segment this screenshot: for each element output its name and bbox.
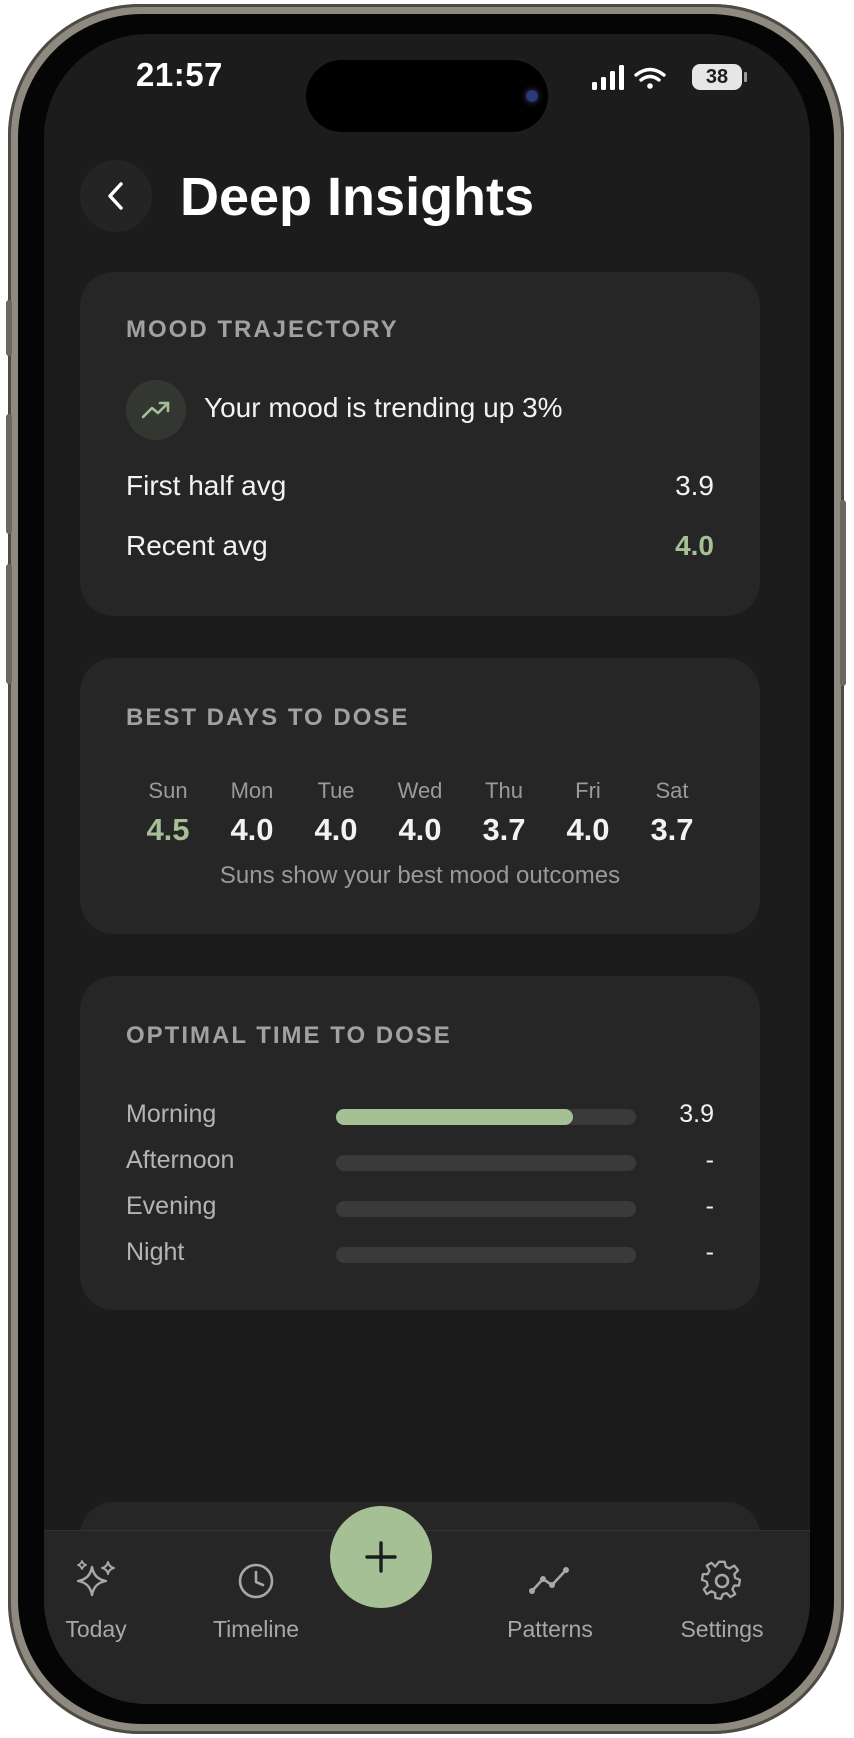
time-bar-track [336, 1247, 636, 1263]
tab-label: Today [65, 1616, 127, 1642]
app-screen: 21:57 38 Deep Insights MOOD TRAJECTORY Y… [44, 34, 810, 1704]
trend-text: Your mood is trending up 3% [204, 392, 563, 423]
day-name: Thu [485, 778, 523, 803]
day-name: Mon [230, 778, 274, 803]
time-label: Morning [126, 1100, 217, 1128]
time-row-afternoon: Afternoon - [126, 1146, 714, 1180]
days-row: Sun 4.5 Mon 4.0 Tue 4.0 Wed 4.0 Thu 3.7 Fri 4.… [126, 778, 714, 848]
time-bar-track [336, 1201, 636, 1217]
time-row-night: Night - [126, 1238, 714, 1272]
day-value: 4.5 [146, 812, 190, 847]
day-name: Fri [575, 778, 601, 803]
tab-settings[interactable]: Settings [662, 1559, 782, 1643]
day-value: 3.7 [650, 812, 694, 847]
day-name: Sat [655, 778, 689, 803]
patterns-chart-icon [529, 1567, 569, 1594]
time-bar-fill [336, 1109, 573, 1125]
day-sat: Sat 3.7 [630, 778, 714, 848]
back-button[interactable] [80, 160, 152, 232]
tab-label: Timeline [212, 1616, 300, 1642]
day-wed: Wed 4.0 [378, 778, 462, 848]
trending-up-icon [141, 401, 170, 419]
day-name: Wed [397, 778, 443, 803]
tab-label: Patterns [507, 1616, 593, 1642]
mood-trajectory-card: MOOD TRAJECTORY Your mood is trending up… [80, 272, 760, 616]
trend-icon-badge [126, 380, 186, 440]
recent-avg-label: Recent avg [126, 530, 268, 561]
plus-icon [365, 1541, 397, 1573]
page-title: Deep Insights [180, 167, 535, 227]
time-row-evening: Evening - [126, 1192, 714, 1226]
signal-icon [592, 65, 624, 90]
time-value: - [705, 1238, 714, 1266]
time-label: Evening [126, 1192, 217, 1220]
optimal-time-card: OPTIMAL TIME TO DOSE Morning 3.9 Afterno… [80, 976, 760, 1310]
camera-lens [520, 84, 544, 108]
time-row-morning: Morning 3.9 [126, 1100, 714, 1134]
day-value: 4.0 [566, 812, 610, 847]
time-bar-track [336, 1155, 636, 1171]
time-value: 3.9 [679, 1100, 714, 1128]
chevron-left-icon [108, 182, 123, 210]
tab-today[interactable]: Today [44, 1559, 156, 1643]
status-time: 21:57 [136, 56, 223, 93]
time-value: - [705, 1146, 714, 1174]
time-label: Afternoon [126, 1146, 235, 1174]
time-bar-track [336, 1109, 636, 1125]
card-heading: OPTIMAL TIME TO DOSE [126, 1022, 452, 1049]
tab-timeline[interactable]: Timeline [196, 1559, 316, 1643]
action-button [6, 300, 12, 356]
tab-patterns[interactable]: Patterns [490, 1559, 610, 1643]
day-sun: Sun 4.5 [126, 778, 210, 848]
day-name: Tue [317, 778, 355, 803]
day-name: Sun [148, 778, 188, 803]
volume-up-button [6, 414, 12, 534]
power-button [840, 500, 846, 686]
best-days-card: BEST DAYS TO DOSE Sun 4.5 Mon 4.0 Tue 4.0 W… [80, 658, 760, 934]
day-value: 3.7 [482, 812, 526, 847]
day-tue: Tue 4.0 [294, 778, 378, 848]
wifi-icon [634, 67, 666, 89]
days-caption: Suns show your best mood outcomes [219, 862, 621, 889]
day-value: 4.0 [314, 812, 358, 847]
first-half-label: First half avg [126, 470, 287, 501]
battery-indicator: 38 [692, 64, 742, 90]
first-half-value: 3.9 [675, 470, 714, 501]
tab-label: Settings [680, 1616, 764, 1642]
card-heading: BEST DAYS TO DOSE [126, 704, 410, 731]
add-entry-button[interactable] [330, 1506, 432, 1608]
time-label: Night [126, 1238, 185, 1266]
day-value: 4.0 [230, 812, 274, 847]
status-icons [592, 65, 666, 90]
time-value: - [705, 1192, 714, 1220]
volume-down-button [6, 564, 12, 684]
sparkles-icon [76, 1560, 115, 1597]
dynamic-island [306, 60, 548, 132]
recent-avg-value: 4.0 [675, 530, 714, 561]
clock-icon [238, 1563, 274, 1599]
day-value: 4.0 [398, 812, 442, 847]
day-thu: Thu 3.7 [462, 778, 546, 848]
day-mon: Mon 4.0 [210, 778, 294, 848]
battery-cap [744, 72, 747, 82]
card-heading: MOOD TRAJECTORY [126, 316, 399, 343]
gear-icon [700, 1560, 742, 1600]
day-fri: Fri 4.0 [546, 778, 630, 848]
